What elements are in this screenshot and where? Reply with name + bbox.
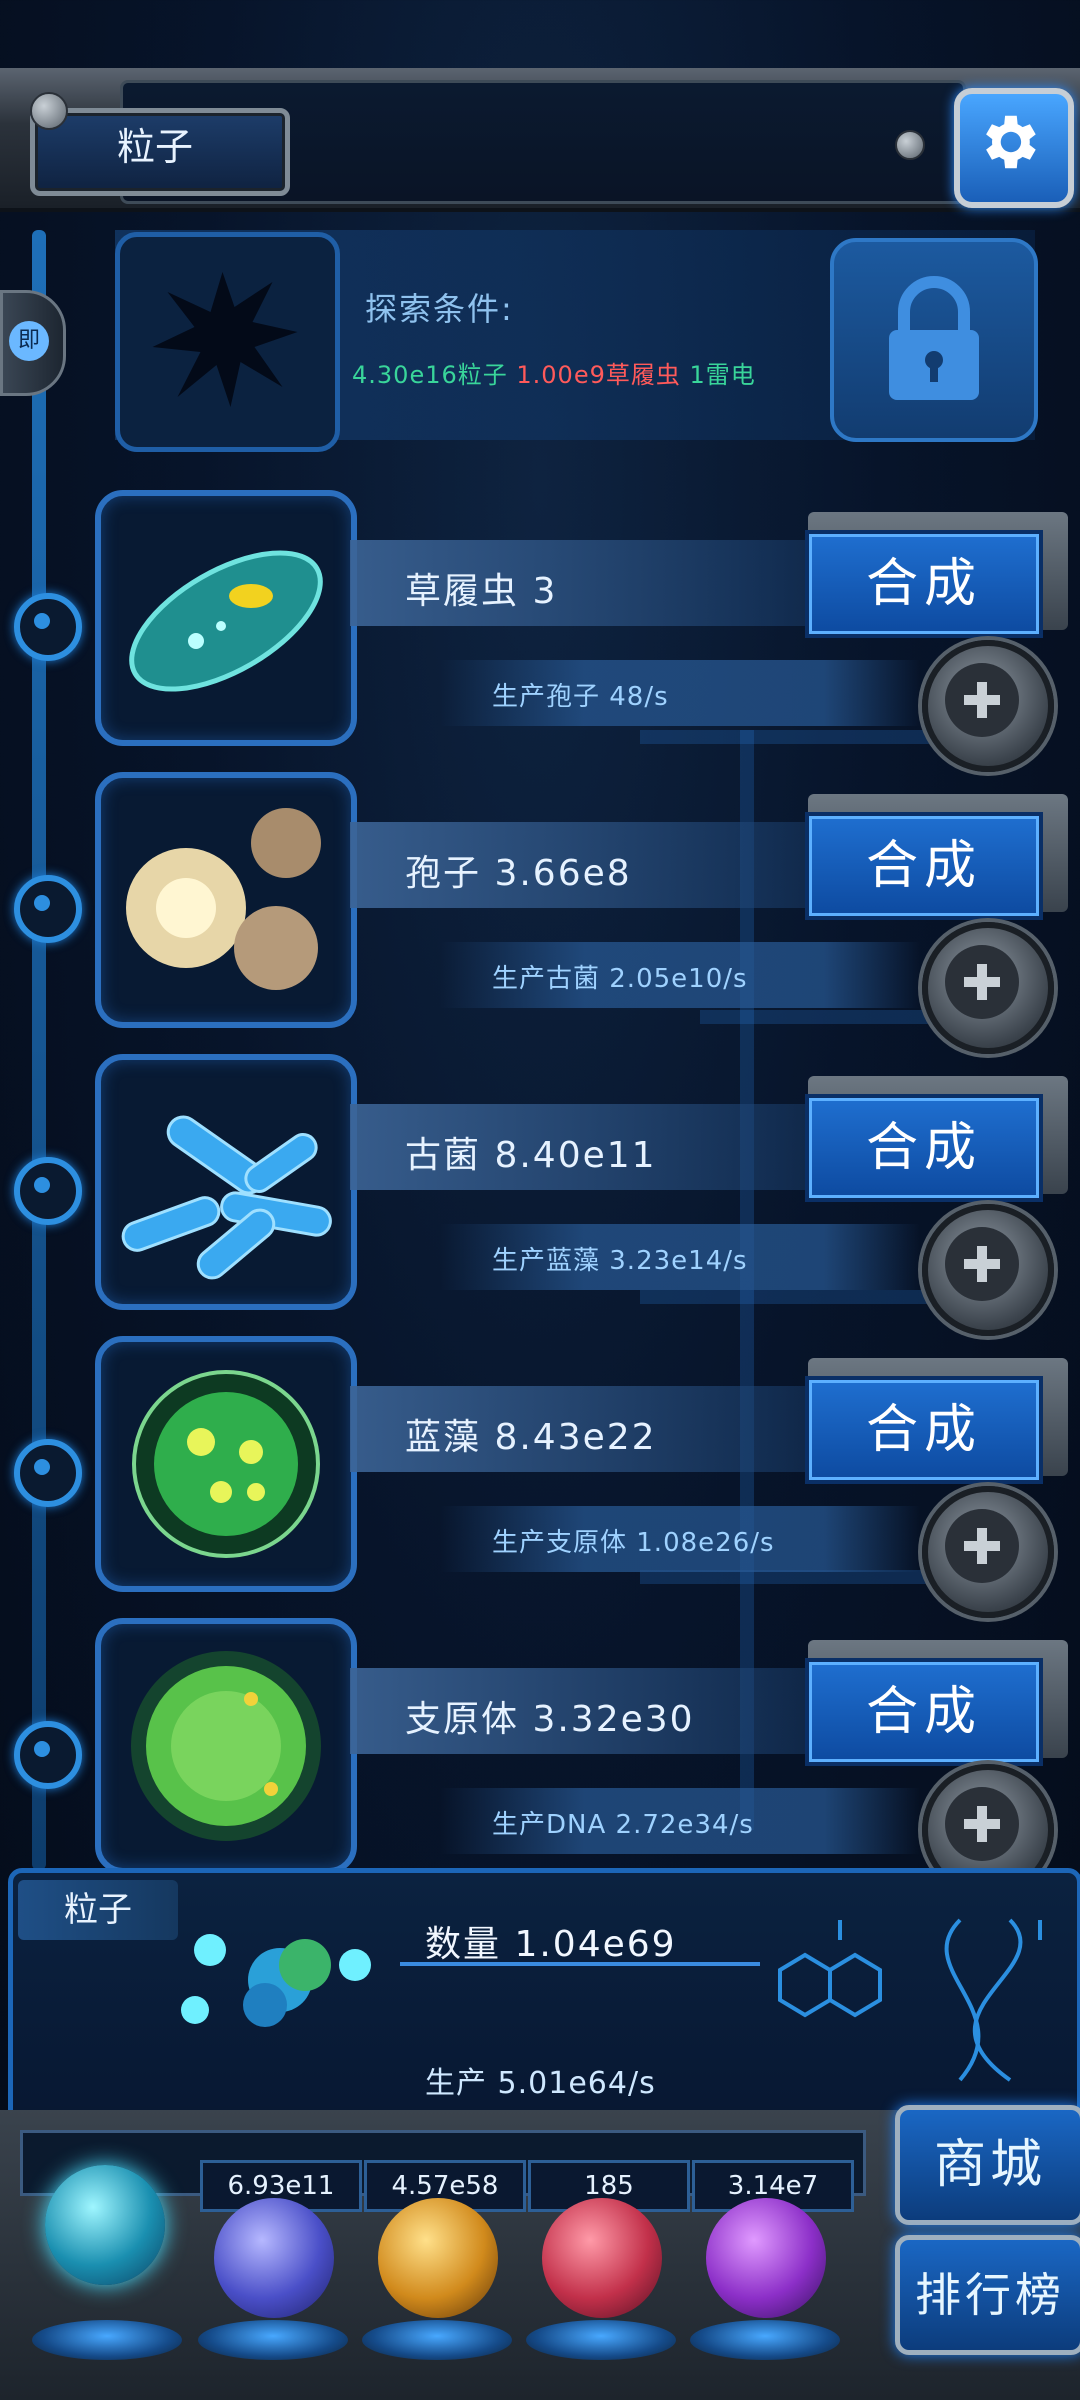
plus-icon <box>945 945 1019 1019</box>
rivet-icon <box>30 92 68 130</box>
left-rail <box>32 230 46 1870</box>
plus-icon <box>945 1227 1019 1301</box>
paramecium-icon <box>129 550 323 692</box>
combine-button[interactable]: 合成 <box>805 530 1043 638</box>
archaea-icon <box>121 1115 332 1280</box>
shop-button[interactable]: 商城 <box>895 2105 1080 2225</box>
row-name: 古菌 8.40e11 <box>405 1135 657 1176</box>
combine-button[interactable]: 合成 <box>805 812 1043 920</box>
rail-node <box>14 593 82 661</box>
star-orb-button[interactable] <box>378 2198 498 2318</box>
row-name: 孢子 3.66e8 <box>405 853 632 894</box>
particle-orb-button[interactable] <box>45 2165 165 2285</box>
creature-silhouette-icon <box>152 272 298 407</box>
page-title: 粒子 <box>116 125 193 169</box>
portal-orb-button[interactable] <box>706 2198 826 2318</box>
row-produce: 生产DNA 2.72e34/s <box>492 1810 754 1840</box>
explore-requirements: 4.30e16粒子 1.00e9草履虫 1雷电 <box>352 355 756 390</box>
rivet-icon <box>895 130 925 160</box>
pedestal <box>526 2320 676 2360</box>
plus-icon <box>945 1787 1019 1861</box>
explore-condition-label: 探索条件: <box>365 290 514 328</box>
row-name: 蓝藻 8.43e22 <box>405 1417 657 1458</box>
rail-node <box>14 1721 82 1789</box>
req-paramecium: 1.00e9草履虫 <box>516 361 681 389</box>
explore-lock-button[interactable] <box>830 238 1038 442</box>
row-name: 支原体 3.32e30 <box>405 1699 695 1740</box>
combine-button[interactable]: 合成 <box>805 1658 1043 1766</box>
rail-node <box>14 1439 82 1507</box>
pedestal <box>32 2320 182 2360</box>
brain-orb-button[interactable] <box>542 2198 662 2318</box>
add-button[interactable] <box>922 922 1054 1054</box>
leaderboard-button[interactable]: 排行榜 <box>895 2235 1080 2355</box>
lightning-orb-button[interactable] <box>214 2198 334 2318</box>
row-produce: 生产蓝藻 3.23e14/s <box>492 1246 748 1276</box>
cyanobacteria-thumb[interactable] <box>95 1336 357 1592</box>
plus-icon <box>945 1509 1019 1583</box>
add-button[interactable] <box>922 640 1054 772</box>
row-produce: 生产孢子 48/s <box>492 682 669 712</box>
row-produce: 生产支原体 1.08e26/s <box>492 1528 775 1558</box>
cyanobacteria-icon <box>132 1370 320 1558</box>
row-produce: 生产古菌 2.05e10/s <box>492 964 748 994</box>
side-tab-badge: 即 <box>9 321 49 361</box>
gear-icon[interactable] <box>954 88 1062 196</box>
add-button[interactable] <box>922 1486 1054 1618</box>
particle-quantity: 数量 1.04e69 <box>425 1924 677 1965</box>
pedestal <box>362 2320 512 2360</box>
resource-label: 粒子 <box>64 1890 132 1930</box>
combine-button[interactable]: 合成 <box>805 1376 1043 1484</box>
req-particles: 4.30e16粒子 <box>352 361 508 389</box>
lock-icon <box>889 276 979 400</box>
side-tab[interactable]: 即 <box>0 290 66 396</box>
spore-thumb[interactable] <box>95 772 357 1028</box>
req-lightning: 1雷电 <box>689 361 756 389</box>
combine-button[interactable]: 合成 <box>805 1094 1043 1202</box>
pedestal <box>690 2320 840 2360</box>
mycoplasma-icon <box>131 1651 321 1841</box>
plus-icon <box>945 663 1019 737</box>
locked-creature-thumb <box>115 232 340 452</box>
spore-icon <box>126 808 321 990</box>
mycoplasma-thumb[interactable] <box>95 1618 357 1874</box>
pedestal <box>198 2320 348 2360</box>
dna-helix-icon <box>760 1900 1060 2100</box>
particle-molecule-icon <box>170 1920 390 2040</box>
row-name: 草履虫 3 <box>405 571 558 612</box>
particle-production: 生产 5.01e64/s <box>425 2066 656 2101</box>
paramecium-thumb[interactable] <box>95 490 357 746</box>
rail-node <box>14 1157 82 1225</box>
add-button[interactable] <box>922 1204 1054 1336</box>
archaea-thumb[interactable] <box>95 1054 357 1310</box>
rail-node <box>14 875 82 943</box>
